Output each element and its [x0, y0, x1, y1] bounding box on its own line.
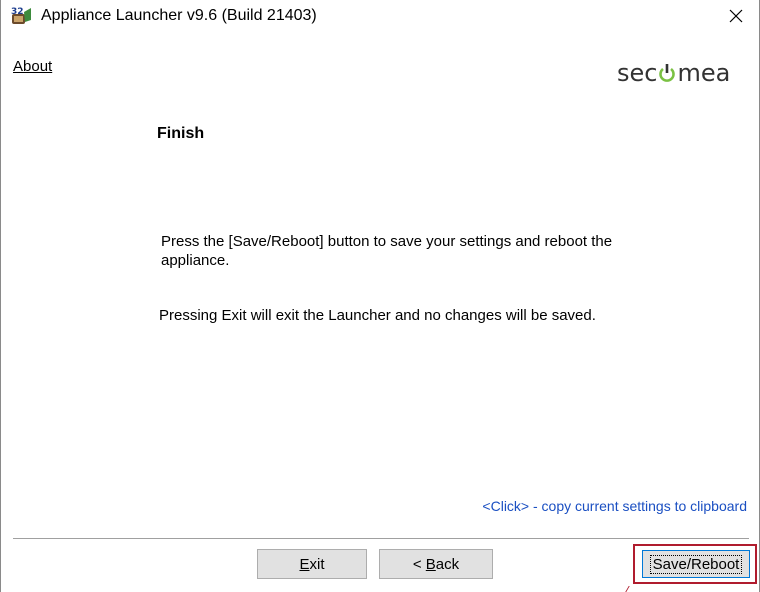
page-title: Finish — [157, 125, 205, 142]
exit-label: Exit — [299, 555, 325, 573]
power-icon — [659, 64, 676, 82]
window-title: Appliance Launcher v9.6 (Build 21403) — [41, 7, 317, 24]
appliance-launcher-icon: 32 — [11, 7, 31, 24]
back-label: < Back — [412, 555, 460, 573]
secomea-logo: sec mea — [617, 58, 747, 88]
copy-settings-link[interactable]: <Click> - copy current settings to clipb… — [482, 498, 747, 514]
exit-button[interactable]: Exit — [257, 549, 367, 579]
save-reboot-button[interactable]: Save/Reboot — [642, 550, 750, 578]
exit-warning: Pressing Exit will exit the Launcher and… — [159, 307, 596, 324]
close-icon — [729, 9, 743, 23]
title-bar: 32 Appliance Launcher v9.6 (Build 21403) — [1, 0, 759, 32]
save-reboot-label: Save/Reboot — [649, 554, 743, 574]
logo-text-left: sec — [617, 59, 658, 87]
about-link[interactable]: About — [13, 58, 52, 75]
cursor-mark — [625, 586, 635, 592]
back-button[interactable]: < Back — [379, 549, 493, 579]
divider — [13, 538, 749, 540]
launcher-window: 32 Appliance Launcher v9.6 (Build 21403)… — [0, 0, 760, 592]
svg-text:32: 32 — [11, 7, 24, 17]
logo-text-right: mea — [677, 59, 731, 87]
save-reboot-highlight: Save/Reboot — [633, 544, 757, 584]
save-instructions: Press the [Save/Reboot] button to save y… — [161, 233, 613, 269]
close-button[interactable] — [713, 0, 759, 32]
